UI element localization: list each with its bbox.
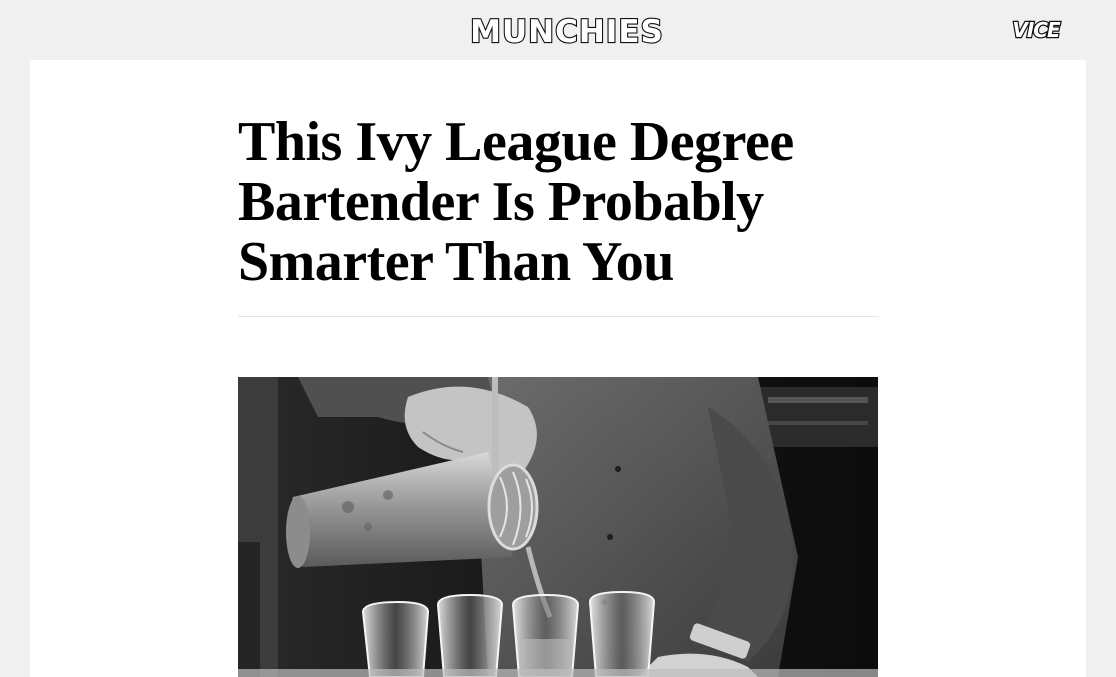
vice-logo[interactable]: VICE [1004,17,1068,43]
vice-logo-text: VICE [1012,18,1061,42]
munchies-logo[interactable]: MUNCHIES [462,12,672,50]
site-header: MUNCHIES VICE [0,0,1116,60]
bartender-photo [238,377,878,677]
glass-1 [361,600,430,677]
headline-divider [238,316,879,317]
glass-3 [511,593,580,677]
article-card: This Ivy League Degree Bartender Is Prob… [30,60,1086,677]
glass-4 [588,590,656,677]
article-headline: This Ivy League Degree Bartender Is Prob… [238,111,794,293]
article-hero-image[interactable] [238,377,878,677]
glass-2 [436,593,504,677]
munchies-logo-text: MUNCHIES [470,14,664,50]
